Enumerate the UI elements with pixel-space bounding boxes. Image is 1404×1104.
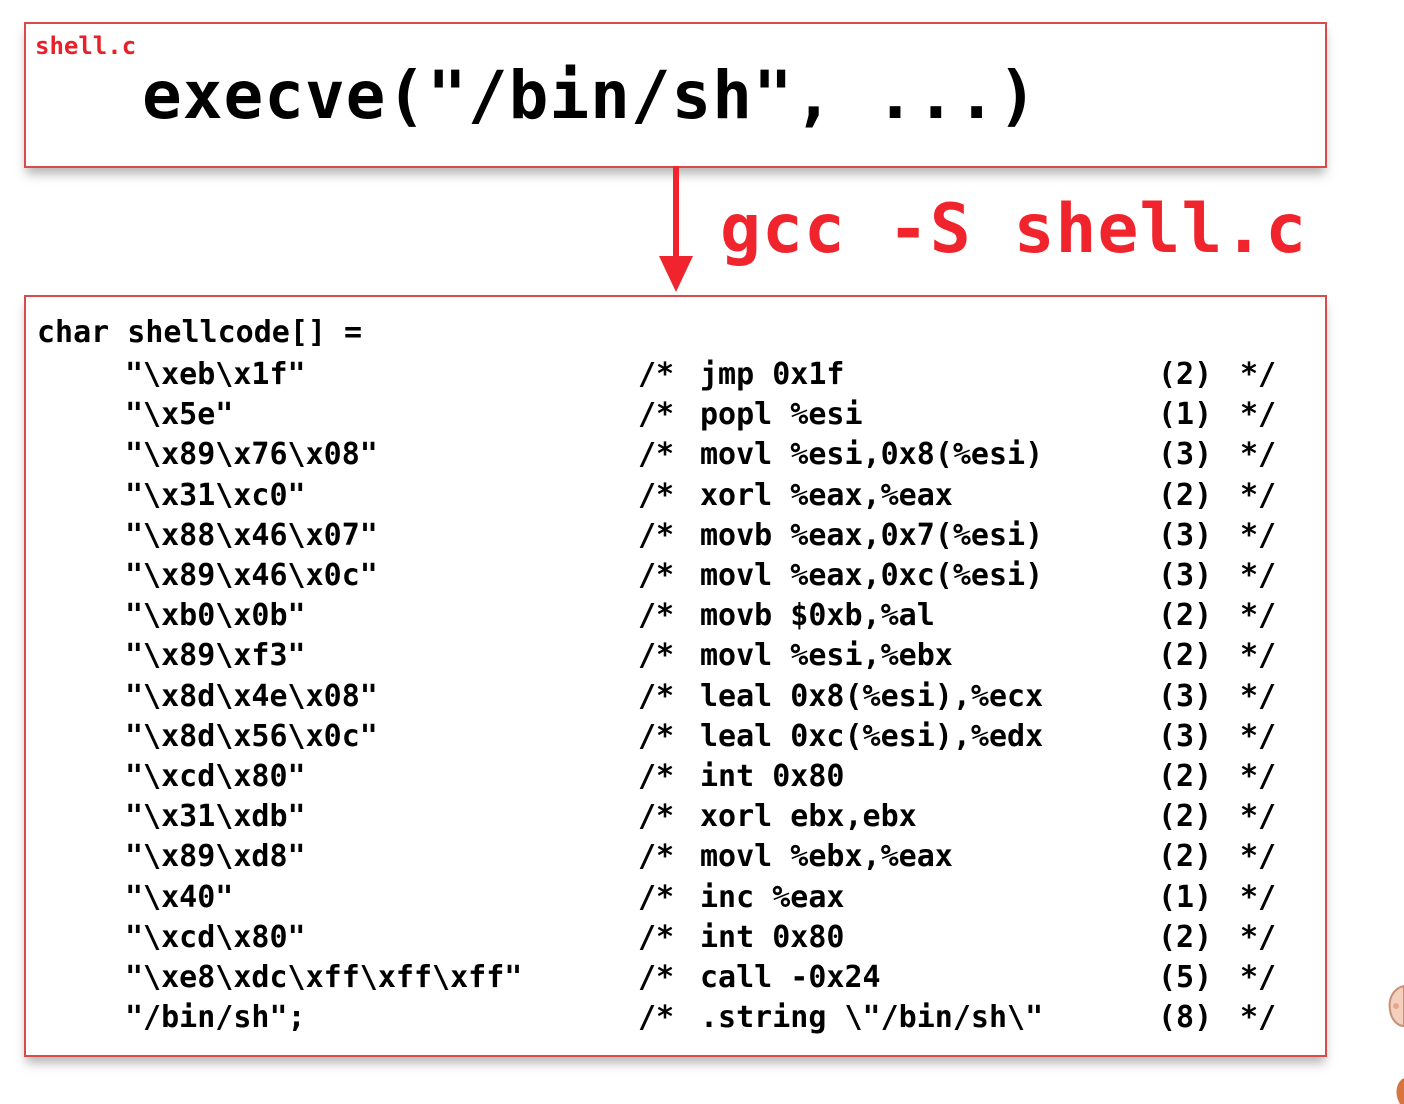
byte-length: (1)	[1158, 879, 1213, 915]
comment-open: /*	[638, 1000, 675, 1036]
comment-open: /*	[638, 919, 675, 955]
shellcode-bytes: "\xb0\x0b"	[125, 598, 306, 634]
assembly-instruction: leal 0xc(%esi),%edx	[700, 718, 1044, 754]
comment-close: */	[1240, 759, 1277, 794]
shellcode-bytes: "\xcd\x80"	[125, 759, 306, 794]
comment-open: /*	[638, 477, 675, 513]
byte-length: (3)	[1158, 517, 1213, 553]
comment-close: */	[1240, 638, 1277, 674]
shellcode-bytes: "\x31\xc0"	[125, 477, 306, 513]
comment-close: */	[1240, 1000, 1277, 1036]
down-arrow-icon	[659, 166, 693, 292]
comment-close: */	[1240, 879, 1277, 915]
byte-length: (1)	[1158, 397, 1213, 433]
shellcode-bytes: "\x8d\x4e\x08"	[125, 678, 378, 714]
source-code-line: execve("/bin/sh", ...)	[142, 57, 1039, 134]
assembly-instruction: xorl %eax,%eax	[700, 477, 953, 513]
comment-close: */	[1240, 919, 1277, 955]
comment-open: /*	[638, 759, 675, 794]
byte-length: (2)	[1158, 839, 1213, 875]
assembly-instruction: leal 0x8(%esi),%ecx	[700, 678, 1044, 714]
shellcode-declaration: char shellcode[] =	[37, 315, 363, 350]
comment-close: */	[1240, 437, 1277, 473]
shellcode-box: char shellcode[] = "\xeb\x1f" /* jmp 0x1f (…	[24, 295, 1327, 1057]
shellcode-bytes: "\x31\xdb"	[125, 799, 306, 835]
assembly-instruction: inc %eax	[700, 879, 845, 915]
comment-open: /*	[638, 517, 675, 553]
shellcode-bytes: "\x89\x76\x08"	[125, 437, 378, 473]
byte-length: (3)	[1158, 718, 1213, 754]
comment-open: /*	[638, 558, 675, 593]
comment-close: */	[1240, 357, 1277, 392]
shellcode-bytes: "\x88\x46\x07"	[125, 517, 378, 553]
shellcode-bytes: "\x5e"	[125, 397, 234, 433]
shellcode-bytes: "\x89\xd8"	[125, 839, 306, 875]
byte-length: (2)	[1158, 638, 1213, 674]
comment-close: */	[1240, 799, 1277, 835]
comment-close: */	[1240, 598, 1277, 634]
byte-length: (8)	[1158, 1000, 1213, 1036]
byte-length: (2)	[1158, 477, 1213, 513]
comment-open: /*	[638, 638, 675, 674]
comment-open: /*	[638, 598, 675, 634]
shellcode-bytes: "\xe8\xdc\xff\xff\xff"	[125, 960, 523, 995]
comment-open: /*	[638, 397, 675, 433]
assembly-instruction: popl %esi	[700, 397, 863, 433]
byte-length: (2)	[1158, 598, 1213, 634]
shellcode-bytes: "\xeb\x1f"	[125, 357, 306, 392]
comment-close: */	[1240, 960, 1277, 995]
assembly-instruction: movb %eax,0x7(%esi)	[700, 517, 1044, 553]
assembly-instruction: jmp 0x1f	[700, 357, 845, 392]
byte-length: (2)	[1158, 357, 1213, 392]
assembly-instruction: movb $0xb,%al	[700, 598, 935, 634]
shellcode-bytes: "\x8d\x56\x0c"	[125, 718, 378, 754]
byte-length: (3)	[1158, 437, 1213, 473]
assembly-instruction: xorl ebx,ebx	[700, 799, 917, 835]
shellcode-bytes: "\x40"	[125, 879, 234, 915]
shellcode-bytes: "\xcd\x80"	[125, 919, 306, 955]
byte-length: (2)	[1158, 919, 1213, 955]
assembly-instruction: movl %ebx,%eax	[700, 839, 953, 875]
assembly-instruction: int 0x80	[700, 759, 845, 794]
comment-open: /*	[638, 799, 675, 835]
shellcode-bytes: "/bin/sh";	[125, 1000, 306, 1036]
comment-open: /*	[638, 839, 675, 875]
byte-length: (2)	[1158, 759, 1213, 794]
byte-length: (2)	[1158, 799, 1213, 835]
comment-close: */	[1240, 397, 1277, 433]
assembly-instruction: .string \"/bin/sh\"	[700, 1000, 1044, 1036]
comment-open: /*	[638, 678, 675, 714]
compile-command: gcc -S shell.c	[720, 190, 1308, 269]
source-file-label: shell.c	[35, 32, 137, 60]
shellcode-bytes: "\x89\x46\x0c"	[125, 558, 378, 593]
comment-open: /*	[638, 357, 675, 392]
assembly-instruction: movl %eax,0xc(%esi)	[700, 558, 1044, 593]
assembly-instruction: movl %esi,%ebx	[700, 638, 953, 674]
comment-open: /*	[638, 960, 675, 995]
byte-length: (3)	[1158, 558, 1213, 593]
comment-close: */	[1240, 477, 1277, 513]
comment-open: /*	[638, 879, 675, 915]
assembly-instruction: int 0x80	[700, 919, 845, 955]
comment-close: */	[1240, 517, 1277, 553]
assembly-instruction: movl %esi,0x8(%esi)	[700, 437, 1044, 473]
byte-length: (3)	[1158, 678, 1213, 714]
comment-open: /*	[638, 437, 675, 473]
comment-open: /*	[638, 718, 675, 754]
shellcode-bytes: "\x89\xf3"	[125, 638, 306, 674]
comment-close: */	[1240, 678, 1277, 714]
comment-close: */	[1240, 718, 1277, 754]
comment-close: */	[1240, 558, 1277, 593]
assembly-instruction: call -0x24	[700, 960, 881, 995]
cartoon-character-icon	[1388, 984, 1404, 1104]
byte-length: (5)	[1158, 960, 1213, 995]
source-code-box: shell.c execve("/bin/sh", ...)	[24, 22, 1327, 168]
comment-close: */	[1240, 839, 1277, 875]
